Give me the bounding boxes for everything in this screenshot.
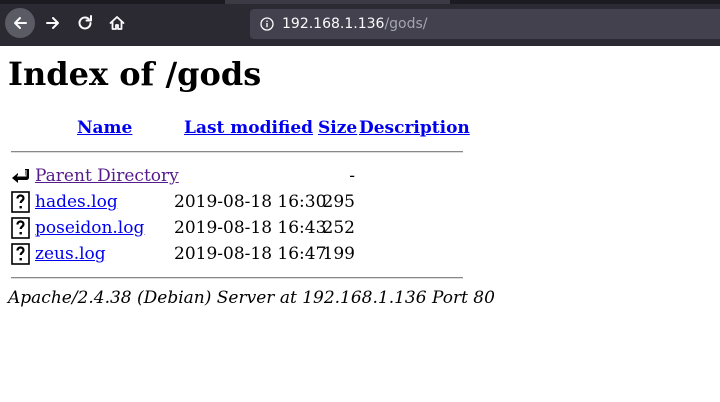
file-link-poseidon[interactable]: poseidon.log xyxy=(35,215,144,241)
table-row-parent: Parent Directory - xyxy=(8,163,468,189)
column-header-name[interactable]: Name xyxy=(77,116,132,140)
page-content: Index of /gods Name Last modified Size D… xyxy=(0,46,720,402)
column-header-last-modified[interactable]: Last modified xyxy=(184,116,313,140)
info-icon[interactable] xyxy=(260,17,274,31)
file-modified: 2019-08-18 16:30 xyxy=(174,192,327,212)
parent-size: - xyxy=(349,166,355,186)
url-host: 192.168.1.136 xyxy=(282,16,385,32)
parent-directory-link[interactable]: Parent Directory xyxy=(35,163,179,189)
file-size: 295 xyxy=(322,192,355,212)
back-button[interactable] xyxy=(5,8,35,38)
file-size: 199 xyxy=(322,244,355,264)
reload-button[interactable] xyxy=(70,8,100,38)
forward-button[interactable] xyxy=(38,8,68,38)
unknown-file-icon xyxy=(11,191,30,213)
file-modified: 2019-08-18 16:43 xyxy=(174,218,327,238)
url-text[interactable]: 192.168.1.136/gods/ xyxy=(282,16,428,32)
column-header-size[interactable]: Size xyxy=(318,116,357,140)
file-link-zeus[interactable]: zeus.log xyxy=(35,241,106,267)
page-title: Index of /gods xyxy=(8,55,262,93)
url-bar[interactable]: 192.168.1.136/gods/ xyxy=(250,9,720,39)
reload-icon xyxy=(78,15,92,30)
file-modified: 2019-08-18 16:47 xyxy=(174,244,327,264)
browser-toolbar: 192.168.1.136/gods/ xyxy=(0,0,720,46)
file-size: 252 xyxy=(322,218,355,238)
unknown-file-icon xyxy=(11,243,30,265)
unknown-file-icon xyxy=(11,217,30,239)
header-divider xyxy=(11,151,463,153)
table-row: poseidon.log 2019-08-18 16:43 252 xyxy=(8,215,468,241)
footer-divider xyxy=(11,277,463,279)
server-signature: Apache/2.4.38 (Debian) Server at 192.168… xyxy=(8,288,495,308)
arrow-left-icon xyxy=(14,17,27,29)
file-link-hades[interactable]: hades.log xyxy=(35,189,118,215)
table-row: zeus.log 2019-08-18 16:47 199 xyxy=(8,241,468,267)
active-tab-indicator[interactable] xyxy=(225,0,450,4)
table-row: hades.log 2019-08-18 16:30 295 xyxy=(8,189,468,215)
url-path: /gods/ xyxy=(384,16,428,32)
column-header-description[interactable]: Description xyxy=(359,116,470,140)
home-button[interactable] xyxy=(102,8,132,38)
back-arrow-folder-icon xyxy=(12,169,29,183)
arrow-right-icon xyxy=(46,17,59,29)
home-icon xyxy=(109,16,125,30)
